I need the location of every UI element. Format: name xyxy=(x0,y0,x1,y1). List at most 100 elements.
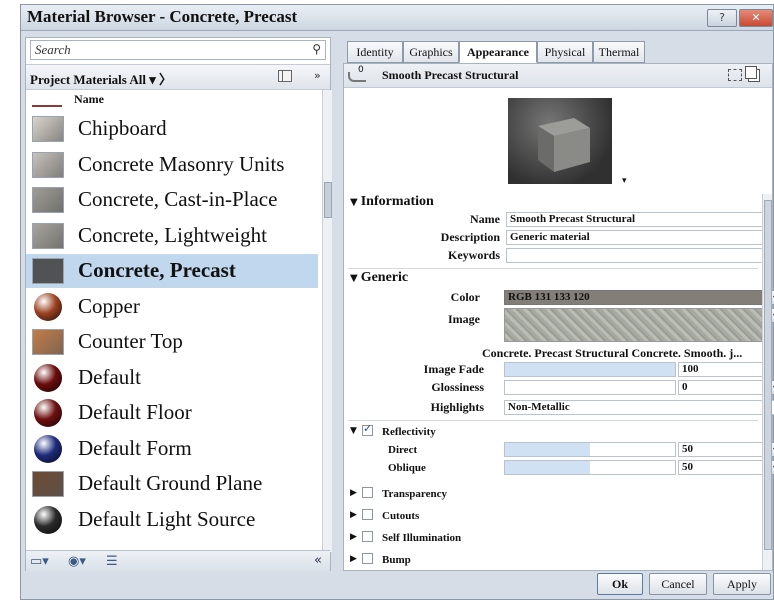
image-texture-swatch[interactable] xyxy=(504,308,766,342)
keywords-field[interactable] xyxy=(506,248,764,263)
preview-cube xyxy=(538,118,590,172)
tab-graphics[interactable]: Graphics xyxy=(403,41,459,63)
image-filename[interactable]: Concrete. Precast Structural Concrete. S… xyxy=(482,346,742,361)
expand-arrow-icon[interactable]: ▶ xyxy=(350,554,357,564)
view-options-icon[interactable] xyxy=(278,70,292,82)
title-bar[interactable]: Material Browser - Concrete, Precast ? ✕ xyxy=(21,5,773,31)
replace-asset-icon[interactable] xyxy=(728,69,742,81)
material-preview-image[interactable] xyxy=(508,98,612,184)
glossiness-value[interactable]: 0 xyxy=(678,380,764,395)
scrollbar-thumb[interactable] xyxy=(324,182,332,218)
color-swatch[interactable]: RGB 131 133 120 xyxy=(504,290,766,305)
search-input[interactable]: Search ⚲ xyxy=(30,40,326,60)
material-name-label: Default Light Source xyxy=(78,506,256,531)
library-toolbar: ▭▾ ◉▾ ☰ « xyxy=(26,550,330,572)
tab-thermal[interactable]: Thermal xyxy=(593,41,645,63)
material-list-item[interactable]: Default Form xyxy=(26,432,318,466)
cancel-button[interactable]: Cancel xyxy=(649,573,707,595)
generic-section-header[interactable]: ▼ Generic xyxy=(350,270,770,286)
material-sphere-swatch xyxy=(34,434,62,463)
material-name-label: Default Floor xyxy=(78,400,192,424)
material-list-item[interactable]: Concrete Masonry Units xyxy=(26,148,318,182)
material-swatch xyxy=(32,471,64,497)
tab-appearance[interactable]: Appearance xyxy=(459,41,537,63)
duplicate-asset-icon[interactable] xyxy=(745,66,760,82)
section-checkbox[interactable] xyxy=(362,531,373,542)
material-sphere-swatch xyxy=(34,363,62,392)
oblique-label: Oblique xyxy=(388,462,426,474)
material-swatch xyxy=(32,258,64,284)
material-editor-icon[interactable]: ☰ xyxy=(106,554,118,569)
material-name-label: Concrete Masonry Units xyxy=(78,151,285,176)
direct-label: Direct xyxy=(388,444,418,456)
material-list-scrollbar[interactable] xyxy=(322,90,332,552)
asset-usage-count: 0 xyxy=(358,65,364,75)
material-list-item[interactable]: Default Ground Plane xyxy=(26,467,318,501)
glossiness-slider[interactable] xyxy=(504,380,676,395)
direct-value[interactable]: 50 xyxy=(678,442,764,457)
close-button[interactable]: ✕ xyxy=(739,9,773,27)
material-name-label: Concrete, Cast-in-Place xyxy=(78,187,278,211)
material-list-item[interactable]: Copper xyxy=(26,290,318,324)
material-swatch xyxy=(32,151,64,178)
expand-arrow-icon[interactable]: ▶ xyxy=(350,488,357,498)
section-checkbox[interactable] xyxy=(362,509,373,520)
keywords-label: Keywords xyxy=(448,248,500,262)
highlights-select[interactable]: Non-Metallic ▾ xyxy=(504,400,774,415)
search-placeholder: Search xyxy=(35,42,71,57)
oblique-slider[interactable] xyxy=(504,460,676,475)
tab-identity[interactable]: Identity xyxy=(347,41,403,63)
material-swatch xyxy=(32,187,64,213)
information-section-header[interactable]: ▼ Information xyxy=(350,194,770,210)
section-label: Bump xyxy=(382,554,411,566)
help-button[interactable]: ? xyxy=(707,9,737,27)
library-folder-icon[interactable]: ▭▾ xyxy=(30,554,49,569)
highlights-selected-value: Non-Metallic xyxy=(508,401,570,413)
material-list-item[interactable]: Concrete, Lightweight xyxy=(26,219,318,253)
reflectivity-label: Reflectivity xyxy=(382,426,436,438)
material-list-item[interactable]: Concrete, Cast-in-Place xyxy=(26,183,318,217)
create-material-icon[interactable]: ◉▾ xyxy=(68,554,86,569)
reflectivity-checkbox[interactable] xyxy=(362,422,373,436)
material-list-item[interactable]: Default xyxy=(26,361,318,395)
ok-button[interactable]: Ok xyxy=(597,573,643,595)
expand-arrow-icon[interactable]: ▶ xyxy=(350,510,357,520)
name-column-header[interactable]: Name xyxy=(74,92,104,107)
material-list-item[interactable]: Counter Top xyxy=(26,325,318,359)
section-divider xyxy=(348,420,758,421)
material-list-item[interactable]: Concrete, Precast xyxy=(26,254,318,288)
material-sphere-swatch xyxy=(34,399,62,427)
collapse-arrow-icon: ▼ xyxy=(350,197,358,208)
oblique-value[interactable]: 50 xyxy=(678,460,764,475)
apply-button[interactable]: Apply xyxy=(713,573,771,595)
image-fade-slider[interactable] xyxy=(504,362,676,377)
collapse-library-icon[interactable]: « xyxy=(314,553,322,568)
material-browser-window: Material Browser - Concrete, Precast ? ✕… xyxy=(20,4,774,600)
expand-arrow-icon[interactable]: ▼ xyxy=(350,426,357,436)
direct-slider[interactable] xyxy=(504,442,676,457)
material-list-item[interactable]: Default Light Source xyxy=(26,503,318,537)
preview-options-icon[interactable]: ▾ xyxy=(622,176,627,186)
image-fade-value[interactable]: 100 xyxy=(678,362,764,377)
section-checkbox[interactable] xyxy=(362,487,373,498)
scrollbar-thumb[interactable] xyxy=(764,200,772,550)
swatch-column-divider xyxy=(32,105,62,107)
material-sphere-swatch xyxy=(34,292,62,321)
information-header-label: Information xyxy=(360,194,434,209)
window-title: Material Browser - Concrete, Precast xyxy=(27,7,298,26)
description-field[interactable]: Generic material xyxy=(506,230,764,245)
material-swatch xyxy=(32,222,64,249)
material-list-item[interactable]: Default Floor xyxy=(26,396,318,430)
expand-panel-icon[interactable]: » xyxy=(314,69,321,82)
expand-arrow-icon[interactable]: ▶ xyxy=(350,532,357,542)
image-fade-slider-fill xyxy=(505,363,675,376)
section-checkbox[interactable] xyxy=(362,553,373,564)
properties-scrollbar[interactable] xyxy=(762,194,772,570)
name-field[interactable]: Smooth Precast Structural xyxy=(506,212,764,227)
tab-physical[interactable]: Physical xyxy=(537,41,593,63)
search-icon[interactable]: ⚲ xyxy=(312,42,321,56)
material-name-label: Counter Top xyxy=(78,329,183,353)
collapse-arrow-icon: ▼ xyxy=(350,273,358,284)
material-list-item[interactable]: Chipboard xyxy=(26,112,318,146)
project-materials-dropdown[interactable]: Project Materials All ▾ 〉 xyxy=(30,69,172,88)
